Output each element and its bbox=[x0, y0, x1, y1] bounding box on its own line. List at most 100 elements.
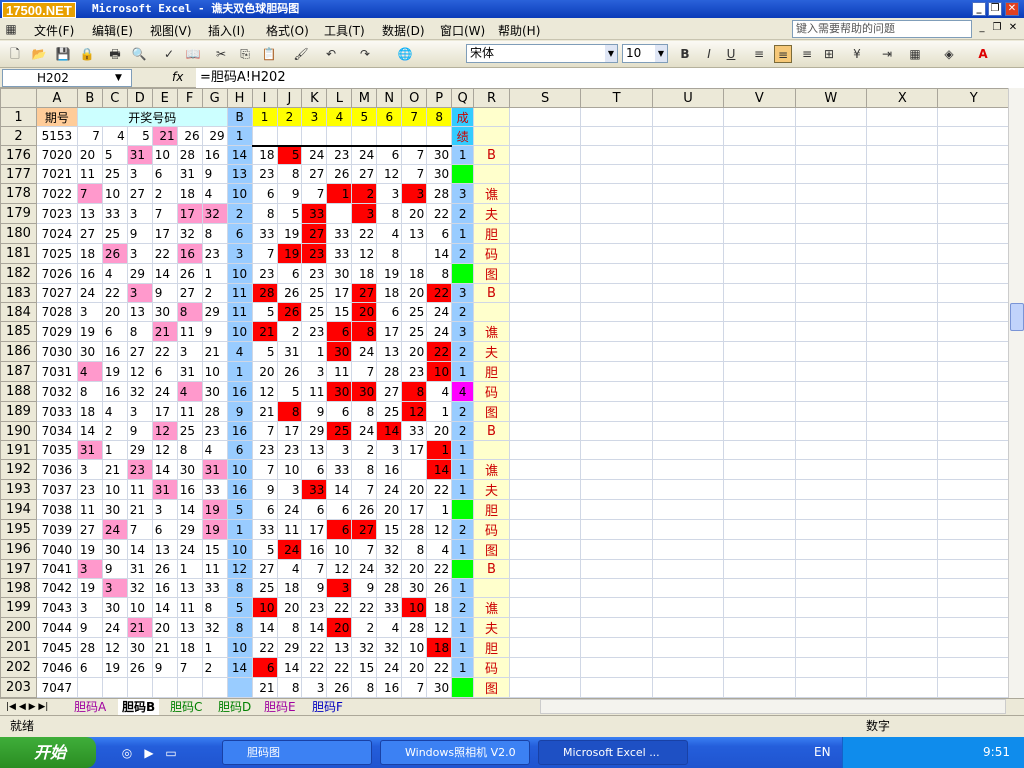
cell[interactable] bbox=[723, 283, 796, 303]
cell[interactable] bbox=[651, 578, 725, 598]
cell[interactable]: 17 bbox=[401, 440, 428, 460]
cell[interactable]: 24 bbox=[301, 145, 328, 165]
cell[interactable] bbox=[226, 677, 253, 698]
cell[interactable]: 33 bbox=[201, 479, 228, 500]
cell[interactable]: 12 bbox=[426, 617, 453, 638]
column-header[interactable]: O bbox=[401, 88, 428, 108]
cell[interactable] bbox=[723, 164, 796, 184]
cell[interactable]: 33 bbox=[401, 421, 428, 441]
cell[interactable] bbox=[651, 539, 725, 560]
cell[interactable]: 6 bbox=[251, 499, 278, 520]
cell[interactable]: 3 bbox=[301, 677, 328, 698]
cell[interactable]: 30 bbox=[76, 341, 103, 362]
cell[interactable]: 16 bbox=[201, 145, 228, 165]
legend-char[interactable]: 图 bbox=[473, 263, 510, 284]
cell[interactable]: 1 bbox=[226, 361, 253, 382]
menu-data[interactable]: 数据(D) bbox=[382, 22, 425, 39]
cell[interactable]: 7 bbox=[401, 164, 428, 184]
cell[interactable]: 1 bbox=[326, 183, 353, 204]
column-header[interactable]: R bbox=[473, 88, 510, 108]
cell[interactable] bbox=[451, 559, 475, 579]
cell[interactable]: 18 bbox=[251, 145, 278, 165]
cell[interactable]: 30 bbox=[326, 381, 353, 402]
row-header[interactable]: 187 bbox=[0, 361, 37, 382]
cell[interactable]: 16 bbox=[151, 578, 178, 598]
column-header[interactable]: P bbox=[426, 88, 453, 108]
cell[interactable] bbox=[723, 302, 796, 322]
cell[interactable] bbox=[651, 321, 725, 342]
row-header[interactable]: 191 bbox=[0, 440, 37, 460]
cell[interactable]: 7044 bbox=[35, 617, 78, 638]
cell[interactable]: 28 bbox=[251, 283, 278, 303]
chevron-down-icon[interactable]: ▼ bbox=[115, 70, 122, 86]
cell[interactable]: 7040 bbox=[35, 539, 78, 560]
cell[interactable]: 13 bbox=[176, 617, 203, 638]
cell[interactable]: 8 bbox=[426, 263, 453, 284]
quicklaunch-desktop-icon[interactable]: ▭ bbox=[162, 744, 180, 762]
legend-char[interactable]: B bbox=[473, 421, 510, 441]
cell[interactable]: 11 bbox=[76, 164, 103, 184]
cell[interactable]: 13 bbox=[401, 223, 428, 244]
cell[interactable] bbox=[794, 519, 868, 540]
cell[interactable]: 20 bbox=[76, 145, 103, 165]
row-header[interactable]: 200 bbox=[0, 617, 37, 638]
cell[interactable] bbox=[580, 519, 653, 540]
cell[interactable]: 8 bbox=[276, 164, 303, 184]
cell[interactable] bbox=[723, 107, 796, 127]
cell[interactable]: 9 bbox=[201, 164, 228, 184]
cell[interactable] bbox=[651, 283, 725, 303]
cell[interactable]: 20 bbox=[401, 283, 428, 303]
cell[interactable]: 8 bbox=[351, 459, 378, 480]
cell[interactable]: 11 bbox=[201, 559, 228, 579]
cell[interactable] bbox=[651, 381, 725, 402]
cell[interactable]: 10 bbox=[276, 459, 303, 480]
cell[interactable]: 1 bbox=[176, 559, 203, 579]
cell[interactable] bbox=[794, 361, 868, 382]
cell[interactable]: 17 bbox=[151, 401, 178, 422]
cell[interactable]: 6 bbox=[251, 183, 278, 204]
cell[interactable]: 30 bbox=[101, 499, 128, 520]
cell[interactable] bbox=[508, 479, 582, 500]
row-header[interactable]: 201 bbox=[0, 637, 37, 658]
cell[interactable]: 9 bbox=[251, 479, 278, 500]
cell[interactable]: 5 bbox=[276, 145, 303, 165]
cell[interactable] bbox=[937, 597, 1010, 618]
cell[interactable]: 26 bbox=[151, 559, 178, 579]
cell[interactable] bbox=[723, 421, 796, 441]
cell[interactable] bbox=[866, 539, 939, 560]
cell[interactable]: 4 bbox=[276, 559, 303, 579]
cell[interactable] bbox=[723, 559, 796, 579]
cell[interactable]: 1 bbox=[451, 637, 475, 658]
cell[interactable]: 20 bbox=[401, 341, 428, 362]
cell[interactable] bbox=[580, 479, 653, 500]
cell[interactable]: 4 bbox=[451, 381, 475, 402]
cell[interactable]: 22 bbox=[151, 243, 178, 264]
cell[interactable] bbox=[651, 183, 725, 204]
column-header[interactable]: D bbox=[126, 88, 153, 108]
cell[interactable] bbox=[651, 637, 725, 658]
cell[interactable]: 12 bbox=[326, 559, 353, 579]
cell[interactable] bbox=[176, 677, 203, 698]
cell[interactable] bbox=[866, 479, 939, 500]
cell[interactable]: 4 bbox=[201, 440, 228, 460]
cell[interactable]: 7030 bbox=[35, 341, 78, 362]
cell[interactable]: 20 bbox=[326, 617, 353, 638]
cell[interactable] bbox=[508, 263, 582, 284]
cell[interactable] bbox=[794, 499, 868, 520]
cell[interactable] bbox=[723, 145, 796, 165]
row-header[interactable]: 2 bbox=[0, 126, 37, 146]
column-header[interactable]: I bbox=[251, 88, 278, 108]
cell[interactable]: 29 bbox=[201, 126, 228, 146]
column-header[interactable]: U bbox=[651, 88, 725, 108]
row-header[interactable]: 189 bbox=[0, 401, 37, 422]
cell[interactable] bbox=[937, 263, 1010, 284]
cell[interactable] bbox=[723, 321, 796, 342]
cell[interactable]: 1 bbox=[426, 401, 453, 422]
cell[interactable]: 4 bbox=[201, 183, 228, 204]
cell[interactable]: 22 bbox=[151, 341, 178, 362]
close-icon[interactable]: ✕ bbox=[1005, 2, 1019, 16]
paste-icon[interactable]: 📋 bbox=[260, 45, 278, 63]
cell[interactable]: 22 bbox=[426, 559, 453, 579]
cell[interactable]: 13 bbox=[301, 440, 328, 460]
header-num[interactable]: 4 bbox=[326, 107, 353, 127]
